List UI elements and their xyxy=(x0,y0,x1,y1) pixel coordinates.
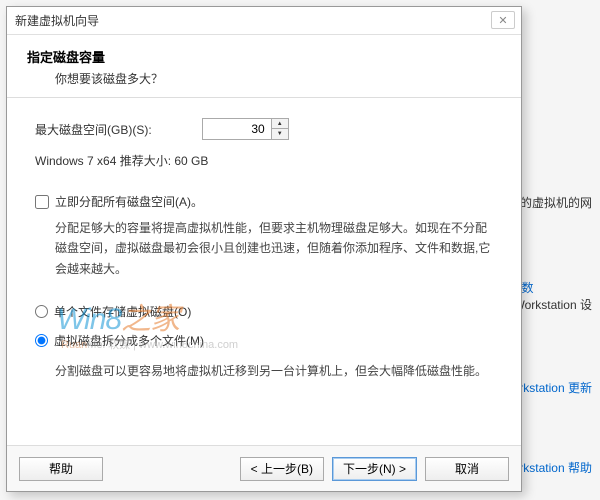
wizard-header: 指定磁盘容量 你想要该磁盘多大？ xyxy=(7,35,521,98)
help-button[interactable]: 帮助 xyxy=(19,457,103,481)
close-button[interactable]: ✕ xyxy=(491,11,515,29)
split-single-label: 单个文件存储虚拟磁盘(O) xyxy=(54,303,191,320)
spinner-up[interactable]: ▲ xyxy=(272,119,288,129)
disk-size-input[interactable] xyxy=(202,118,272,140)
close-icon: ✕ xyxy=(498,14,507,27)
new-vm-wizard-dialog: 新建虚拟机向导 ✕ 指定磁盘容量 你想要该磁盘多大？ 最大磁盘空间(GB)(S)… xyxy=(6,6,522,492)
wizard-footer: 帮助 < 上一步(B) 下一步(N) > 取消 xyxy=(7,445,521,491)
allocate-description: 分配足够大的容量将提高虚拟机性能，但要求主机物理磁盘足够大。如现在不分配磁盘空间… xyxy=(35,218,493,279)
disk-size-spinner[interactable]: ▲ ▼ xyxy=(202,118,289,140)
wizard-content: 最大磁盘空间(GB)(S): ▲ ▼ Windows 7 x64 推荐大小: 6… xyxy=(7,98,521,445)
split-multi-row: 虚拟磁盘拆分成多个文件(M) xyxy=(35,332,493,349)
spinner-down[interactable]: ▼ xyxy=(272,129,288,139)
next-button[interactable]: 下一步(N) > xyxy=(332,457,417,481)
max-disk-row: 最大磁盘空间(GB)(S): ▲ ▼ xyxy=(35,118,493,140)
allocate-now-label: 立即分配所有磁盘空间(A)。 xyxy=(55,193,203,210)
dialog-title: 新建虚拟机向导 xyxy=(15,12,99,29)
header-title: 指定磁盘容量 xyxy=(27,47,501,66)
back-button[interactable]: < 上一步(B) xyxy=(240,457,324,481)
split-single-radio[interactable] xyxy=(35,305,48,318)
spinner-arrows: ▲ ▼ xyxy=(272,118,289,140)
cancel-button[interactable]: 取消 xyxy=(425,457,509,481)
header-subtitle: 你想要该磁盘多大？ xyxy=(27,70,501,87)
split-single-row: 单个文件存储虚拟磁盘(O) xyxy=(35,303,493,320)
max-disk-label: 最大磁盘空间(GB)(S): xyxy=(35,121,152,138)
allocate-now-checkbox[interactable] xyxy=(35,195,49,209)
recommended-size: Windows 7 x64 推荐大小: 60 GB xyxy=(35,152,493,169)
split-multi-label: 虚拟磁盘拆分成多个文件(M) xyxy=(54,332,204,349)
split-multi-radio[interactable] xyxy=(35,334,48,347)
split-description: 分割磁盘可以更容易地将虚拟机迁移到另一台计算机上，但会大幅降低磁盘性能。 xyxy=(35,361,493,381)
titlebar: 新建虚拟机向导 ✕ xyxy=(7,7,521,35)
allocate-now-row: 立即分配所有磁盘空间(A)。 xyxy=(35,193,493,210)
